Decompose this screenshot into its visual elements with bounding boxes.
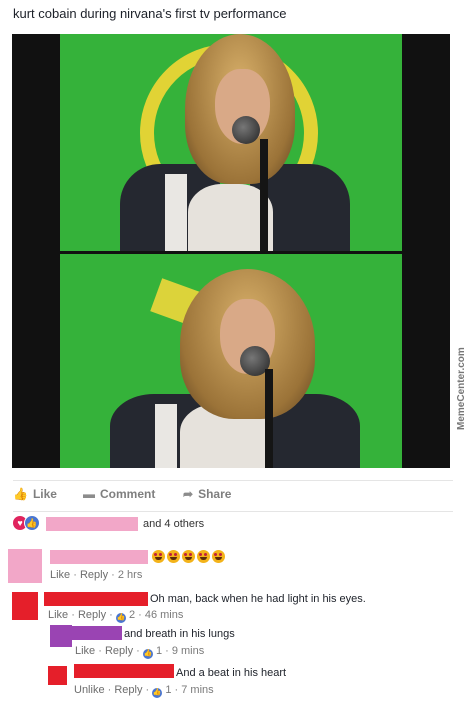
watermark-text: MemeCenter.com [456,347,467,430]
comment-like-count[interactable]: 1 [165,684,171,696]
redacted-names [46,517,138,531]
share-label: Share [198,487,232,501]
comment-time: 7 mins [181,684,214,696]
heart-eyes-emoji [182,550,195,563]
comment-emoji-row [152,550,225,563]
heart-eyes-emoji [167,550,180,563]
thumbs-up-icon: 👍 [142,649,153,659]
image-panel-bottom [60,254,402,468]
comment-text: Oh man, back when he had light in his ey… [150,593,366,605]
comment-label: Comment [100,487,156,501]
like-label: Like [32,487,57,501]
thumbs-up-icon: 👍 [115,613,126,623]
post-text: kurt cobain during nirvana's first tv pe… [13,6,287,21]
comment-reply-link[interactable]: Reply [114,684,142,696]
comment-meta: Unlike · Reply · 👍 1 · 7 mins [74,684,214,698]
comment-like-link[interactable]: Like [48,609,68,621]
thumbs-up-icon: 👍 [13,487,28,501]
redacted-commenter-name [72,626,122,640]
heart-eyes-emoji [197,550,210,563]
like-button[interactable]: 👍 Like [13,487,57,501]
comment-like-count[interactable]: 1 [156,645,162,657]
avatar[interactable] [12,592,38,620]
avatar[interactable] [8,549,42,583]
comment-button[interactable]: ▬ Comment [83,487,155,501]
comment-text: And a beat in his heart [176,667,287,679]
like-icon: 👍 [24,515,40,531]
image-panel-top [60,34,402,251]
redacted-commenter-name [44,592,148,606]
share-button[interactable]: ➦ Share [183,487,231,501]
comment-meta: Like · Reply · 👍 1 · 9 mins [75,645,205,659]
comment-like-link[interactable]: Like [75,645,95,657]
heart-eyes-emoji [212,550,225,563]
comment-time: 46 mins [144,609,184,621]
comment-meta: Like · Reply · 2 hrs [50,569,143,581]
comment-icon: ▬ [83,487,95,501]
watermark: MemeCenter.com [454,347,472,430]
comment-reply-link[interactable]: Reply [80,569,108,581]
thumbs-up-icon: 👍 [152,688,163,698]
post-action-bar: 👍 Like ▬ Comment ➦ Share [13,480,453,512]
comment-like-link[interactable]: Like [50,569,70,581]
share-icon: ➦ [183,487,194,501]
post-image[interactable] [12,34,450,468]
comment-time: 9 mins [171,645,205,657]
comment-meta: Like · Reply · 👍 2 · 46 mins [48,609,184,623]
redacted-commenter-name [74,664,174,678]
comment-unlike-link[interactable]: Unlike [74,684,105,696]
comment-like-count[interactable]: 2 [129,609,135,621]
comment-text: and breath in his lungs [124,628,235,640]
reaction-others-link[interactable]: and 4 others [143,518,204,530]
avatar[interactable] [50,625,72,647]
reaction-icons[interactable]: ♥ 👍 [12,515,40,531]
comment-time: 2 hrs [117,569,143,581]
redacted-commenter-name [50,550,148,564]
comment-reply-link[interactable]: Reply [105,645,133,657]
comment-reply-link[interactable]: Reply [78,609,106,621]
avatar[interactable] [48,666,67,685]
heart-eyes-emoji [152,550,165,563]
